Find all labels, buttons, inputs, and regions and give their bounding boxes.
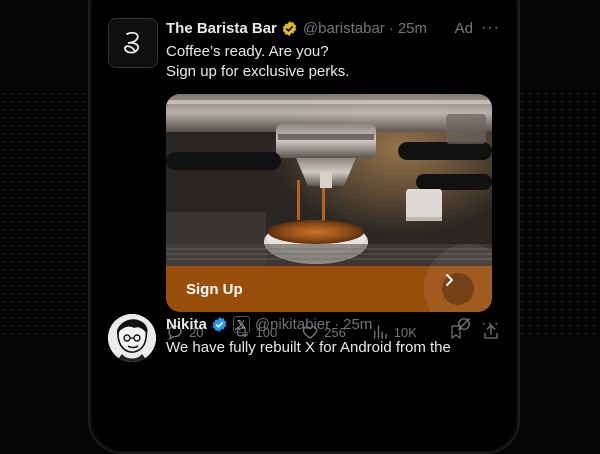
brand-avatar[interactable] <box>108 18 158 68</box>
post-header: Nikita 𝕏 @nikitabier · 25m <box>166 314 500 334</box>
nikita-avatar[interactable] <box>108 314 156 362</box>
post-text-line-1: Coffee’s ready. Are you? <box>166 43 329 60</box>
sign-up-label: Sign Up <box>186 280 243 298</box>
post-text: We have fully rebuilt X for Android from… <box>166 339 451 356</box>
author-name[interactable]: Nikita <box>166 316 207 333</box>
post-text: Coffee’s ready. Are you? Sign up for exc… <box>166 42 500 82</box>
author-handle[interactable]: @baristabar <box>303 20 385 37</box>
author-name[interactable]: The Barista Bar <box>166 20 277 37</box>
ad-media-card[interactable]: Sign Up <box>166 94 492 312</box>
barista-logo-icon <box>124 31 140 54</box>
separator-dot: · <box>334 315 340 333</box>
more-options-icon[interactable]: ··· <box>481 20 500 36</box>
background-dots-right <box>510 90 600 340</box>
ad-label: Ad <box>454 19 474 37</box>
verified-blue-icon <box>211 316 228 333</box>
background-dots-left <box>0 90 90 340</box>
more-options-icon[interactable]: ··· <box>481 316 500 332</box>
post-time[interactable]: 25m <box>398 20 427 37</box>
verified-gold-icon <box>281 20 298 37</box>
chevron-right-icon[interactable] <box>442 273 474 305</box>
post-header: The Barista Bar @baristabar · 25m <box>166 18 500 38</box>
separator-dot: · <box>388 19 394 37</box>
post-time[interactable]: 25m <box>343 316 372 333</box>
grok-icon[interactable] <box>455 315 473 333</box>
x-affiliate-icon: 𝕏 <box>232 315 250 333</box>
sign-up-cta-bar[interactable]: Sign Up <box>166 244 492 312</box>
post-text-line-2: Sign up for exclusive perks. <box>166 63 350 80</box>
author-handle[interactable]: @nikitabier <box>255 316 330 333</box>
cartoon-face-icon <box>108 314 156 362</box>
phone-frame: The Barista Bar @baristabar · 25m Ad ···… <box>88 0 520 454</box>
